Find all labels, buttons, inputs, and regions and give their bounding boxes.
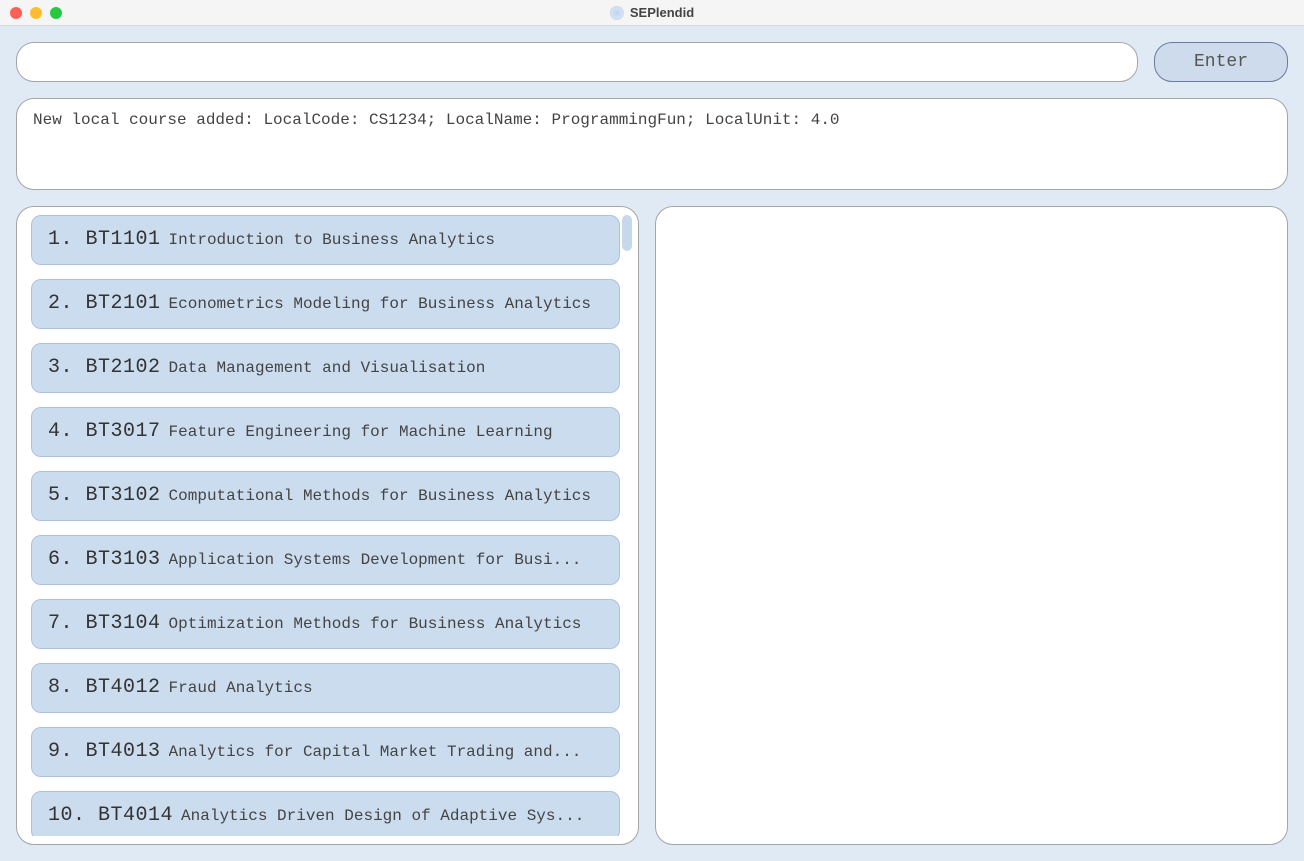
window-title-container: SEPlendid (610, 5, 694, 20)
course-item[interactable]: 8. BT4012 Fraud Analytics (31, 663, 620, 713)
course-name: Econometrics Modeling for Business Analy… (169, 295, 591, 313)
course-item[interactable]: 5. BT3102 Computational Methods for Busin… (31, 471, 620, 521)
course-item[interactable]: 1. BT1101 Introduction to Business Analyt… (31, 215, 620, 265)
course-name: Fraud Analytics (169, 679, 313, 697)
close-icon[interactable] (10, 7, 22, 19)
course-name: Analytics Driven Design of Adaptive Sys.… (181, 807, 584, 825)
command-input[interactable] (16, 42, 1138, 82)
window-title: SEPlendid (630, 5, 694, 20)
course-item[interactable]: 2. BT2101 Econometrics Modeling for Busin… (31, 279, 620, 329)
content-area: Enter New local course added: LocalCode:… (0, 26, 1304, 861)
scrollbar-thumb[interactable] (622, 215, 632, 251)
course-item[interactable]: 6. BT3103 Application Systems Development… (31, 535, 620, 585)
course-index-code: 10. BT4014 (48, 804, 173, 827)
course-name: Analytics for Capital Market Trading and… (169, 743, 582, 761)
course-name: Data Management and Visualisation (169, 359, 486, 377)
course-item[interactable]: 9. BT4013 Analytics for Capital Market Tr… (31, 727, 620, 777)
course-index-code: 1. BT1101 (48, 228, 161, 251)
titlebar: SEPlendid (0, 0, 1304, 26)
enter-button[interactable]: Enter (1154, 42, 1288, 82)
course-index-code: 7. BT3104 (48, 612, 161, 635)
course-index-code: 6. BT3103 (48, 548, 161, 571)
course-name: Feature Engineering for Machine Learning (169, 423, 553, 441)
course-item[interactable]: 4. BT3017 Feature Engineering for Machine… (31, 407, 620, 457)
course-item[interactable]: 7. BT3104 Optimization Methods for Busine… (31, 599, 620, 649)
course-name: Introduction to Business Analytics (169, 231, 495, 249)
course-index-code: 8. BT4012 (48, 676, 161, 699)
course-name: Computational Methods for Business Analy… (169, 487, 591, 505)
course-name: Optimization Methods for Business Analyt… (169, 615, 582, 633)
command-row: Enter (16, 42, 1288, 82)
course-index-code: 3. BT2102 (48, 356, 161, 379)
minimize-icon[interactable] (30, 7, 42, 19)
app-icon (610, 6, 624, 20)
detail-panel (655, 206, 1288, 845)
result-message: New local course added: LocalCode: CS123… (16, 98, 1288, 190)
course-list[interactable]: 1. BT1101 Introduction to Business Analyt… (31, 215, 634, 836)
course-index-code: 2. BT2101 (48, 292, 161, 315)
course-index-code: 4. BT3017 (48, 420, 161, 443)
course-list-panel: 1. BT1101 Introduction to Business Analyt… (16, 206, 639, 845)
course-index-code: 5. BT3102 (48, 484, 161, 507)
course-item[interactable]: 10. BT4014 Analytics Driven Design of Ada… (31, 791, 620, 836)
window-controls (10, 7, 62, 19)
course-name: Application Systems Development for Busi… (169, 551, 582, 569)
course-index-code: 9. BT4013 (48, 740, 161, 763)
maximize-icon[interactable] (50, 7, 62, 19)
course-item[interactable]: 3. BT2102 Data Management and Visualisati… (31, 343, 620, 393)
panels-row: 1. BT1101 Introduction to Business Analyt… (16, 206, 1288, 845)
